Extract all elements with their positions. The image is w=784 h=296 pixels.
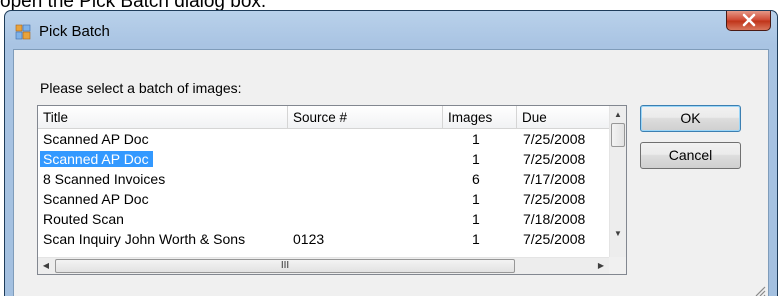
scroll-right-arrow-icon[interactable]: ▶ <box>593 257 609 274</box>
row-due: 7/25/2008 <box>523 131 586 147</box>
row-images: 1 <box>472 131 480 147</box>
horizontal-scroll-thumb[interactable]: III <box>55 259 515 273</box>
select-batch-prompt: Please select a batch of images: <box>40 80 242 96</box>
table-row[interactable]: Scanned AP Doc 1 7/25/2008 <box>38 129 610 149</box>
row-images: 6 <box>472 171 480 187</box>
scroll-grip-icon: III <box>280 260 290 271</box>
row-title: Scanned AP Doc <box>40 151 153 167</box>
window-app-icon <box>15 24 31 40</box>
horizontal-scrollbar[interactable]: ◀ III ▶ <box>38 257 610 274</box>
row-due: 7/25/2008 <box>523 151 586 167</box>
row-due: 7/18/2008 <box>523 211 586 227</box>
row-images: 1 <box>472 151 480 167</box>
row-title: Scan Inquiry John Worth & Sons <box>43 231 246 247</box>
list-rows: Scanned AP Doc 1 7/25/2008 Scanned AP Do… <box>38 129 610 259</box>
vertical-scroll-thumb[interactable] <box>611 123 625 147</box>
column-header-images[interactable]: Images <box>443 106 517 128</box>
table-row-selected[interactable]: Scanned AP Doc 1 7/25/2008 <box>38 149 610 169</box>
row-due: 7/25/2008 <box>523 231 586 247</box>
row-title: Scanned AP Doc <box>43 191 149 207</box>
column-header-due[interactable]: Due <box>517 106 610 128</box>
row-due: 7/17/2008 <box>523 171 586 187</box>
scroll-down-arrow-icon[interactable]: ▼ <box>610 225 626 242</box>
table-row[interactable]: 8 Scanned Invoices 6 7/17/2008 <box>38 169 610 189</box>
size-grip-icon[interactable] <box>754 285 766 296</box>
cancel-button[interactable]: Cancel <box>640 142 741 169</box>
vertical-scrollbar[interactable]: ▲ ▼ <box>609 106 626 259</box>
table-row[interactable]: Scan Inquiry John Worth & Sons 0123 1 7/… <box>38 229 610 249</box>
column-header-title[interactable]: Title <box>38 106 288 128</box>
pick-batch-dialog: Pick Batch Please select a batch of imag… <box>4 10 778 296</box>
row-title: Scanned AP Doc <box>43 131 149 147</box>
batch-list[interactable]: Title Source # Images Due Scanned AP Doc… <box>37 105 627 275</box>
row-images: 1 <box>472 191 480 207</box>
ok-button[interactable]: OK <box>640 105 741 132</box>
row-due: 7/25/2008 <box>523 191 586 207</box>
list-header: Title Source # Images Due <box>38 106 610 129</box>
row-title: 8 Scanned Invoices <box>43 171 166 187</box>
table-row[interactable]: Scanned AP Doc 1 7/25/2008 <box>38 189 610 209</box>
row-title: Routed Scan <box>43 211 124 227</box>
row-images: 1 <box>472 211 480 227</box>
scroll-left-arrow-icon[interactable]: ◀ <box>38 257 54 274</box>
scrollbar-corner <box>609 257 626 274</box>
dialog-client-area: Please select a batch of images: Title S… <box>13 49 769 296</box>
scroll-up-arrow-icon[interactable]: ▲ <box>610 106 626 123</box>
row-title-cell: Scanned AP Doc <box>40 149 153 169</box>
row-source: 0123 <box>293 231 325 247</box>
window-title: Pick Batch <box>39 23 110 40</box>
close-x-icon <box>742 13 756 27</box>
close-button[interactable] <box>726 11 771 31</box>
row-images: 1 <box>472 231 480 247</box>
table-row[interactable]: Routed Scan 1 7/18/2008 <box>38 209 610 229</box>
column-header-source[interactable]: Source # <box>288 106 443 128</box>
